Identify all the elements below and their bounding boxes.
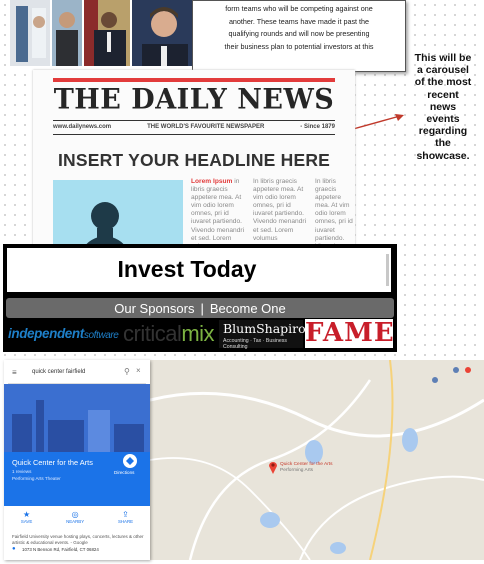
fame-logo[interactable]: FAME (305, 319, 394, 348)
map-pin-label: Quick Center for the Arts Performing Art… (280, 462, 333, 474)
photo-gopro-founder (10, 0, 50, 66)
newspaper-nameplate: THE DAILY NEWS (53, 83, 335, 116)
map-view[interactable]: Quick Center for the Arts Performing Art… (150, 360, 484, 560)
sponsor-logos: independentsoftware criticalmix BlumShap… (5, 319, 395, 351)
note-line: This will be (414, 52, 472, 64)
newspaper-carousel-slide[interactable]: THE DAILY NEWS www.dailynews.com THE WOR… (33, 70, 355, 250)
save-button[interactable]: ★ SAVE (21, 510, 32, 532)
scrollbar[interactable] (386, 254, 389, 286)
carousel-annotation: This will be a carousel of the most rece… (404, 52, 482, 162)
column-lead: Lorem Ipsum (191, 178, 233, 185)
our-sponsors-link[interactable]: Our Sponsors (114, 301, 194, 316)
search-input[interactable]: quick center fairfield (32, 369, 85, 375)
place-photo (4, 384, 150, 452)
pin-sub-text: Performing Arts (280, 468, 314, 473)
newspaper-tagline: THE WORLD'S FAVOURITE NEWSPAPER (147, 124, 265, 130)
note-line: a carousel (417, 64, 469, 77)
newspaper-since: - Since 1879 (300, 124, 335, 130)
place-category: Performing Arts Theater (12, 475, 61, 481)
become-one-link[interactable]: Become One (210, 301, 286, 316)
invest-title-box: Invest Today (7, 248, 391, 292)
newspaper-headline: INSERT YOUR HEADLINE HERE (57, 150, 331, 170)
map-terrain (150, 360, 484, 560)
separator: | (200, 300, 204, 316)
logo-text: software (83, 330, 119, 341)
place-description: Fairfield University venue hosting plays… (12, 534, 144, 545)
location-pin-icon: ● (12, 546, 16, 552)
invest-title: Invest Today (117, 256, 257, 282)
note-line: recent (427, 88, 459, 101)
logo-text: mix (181, 321, 215, 346)
newspaper-red-rule (53, 78, 335, 82)
directions-icon[interactable] (123, 454, 137, 468)
newspaper-subbar: www.dailynews.com THE WORLD'S FAVOURITE … (53, 121, 335, 133)
place-address[interactable]: 1073 N Benson Rd, Fairfield, CT 06824 (22, 547, 99, 552)
nearby-button[interactable]: ◎ NEARBY (66, 510, 84, 532)
share-button[interactable]: ⇪ SHARE (118, 510, 133, 532)
text-line: another. These teams have made it past t… (228, 16, 370, 26)
newspaper-website: www.dailynews.com (53, 124, 112, 130)
save-label: SAVE (20, 519, 33, 524)
share-label: SHARE (117, 519, 134, 524)
logo-text: independent (8, 326, 84, 341)
divider (53, 134, 335, 135)
place-name: Quick Center for the Arts (12, 458, 93, 467)
note-line: events (426, 113, 460, 126)
place-header: Quick Center for the Arts 1 reviews Perf… (4, 452, 150, 506)
sponsor-bar: Our Sponsors | Become One (6, 298, 394, 318)
blumshapiro-logo[interactable]: BlumShapiro Accounting · Tax · Business … (219, 320, 306, 350)
logo-text: critical (123, 321, 182, 346)
logo-text: Accounting · Tax · Business Consulting (223, 338, 287, 350)
photo-businessman (132, 0, 192, 66)
place-meta: 1 reviews Performing Arts Theater (12, 469, 61, 483)
newspaper-column: In libris graecis appetere mea. At vim o… (253, 178, 307, 242)
logo-text: BlumShapiro (223, 321, 306, 336)
criticalmix-logo[interactable]: criticalmix (123, 321, 215, 347)
note-line: regarding (418, 125, 468, 138)
text-line: their business plan to potential investo… (224, 41, 374, 51)
close-icon[interactable]: × (136, 366, 141, 375)
place-reviews: 1 reviews (12, 469, 32, 474)
text-line: form teams who will be competing against… (225, 4, 373, 13)
person-silhouette-icon (82, 202, 128, 250)
newspaper-column: Lorem Ipsum in libris graecis appetere m… (191, 178, 249, 250)
directions-label[interactable]: Directions (114, 470, 134, 475)
text-line: qualifying rounds and will now be presen… (228, 29, 370, 38)
menu-icon[interactable]: ≡ (12, 368, 17, 377)
maps-place-card: ≡ quick center fairfield ⚲ × Quick Cente… (4, 360, 150, 560)
newspaper-photo-placeholder (53, 180, 183, 250)
note-line: of the most (414, 76, 472, 89)
photo-entrepreneur (52, 0, 82, 66)
independent-software-logo[interactable]: independentsoftware (8, 326, 119, 341)
place-actions: ★ SAVE ◎ NEARBY ⇪ SHARE (4, 510, 150, 532)
search-icon[interactable]: ⚲ (124, 367, 130, 376)
note-line: showcase. (416, 149, 470, 162)
map-pin-icon[interactable] (268, 460, 278, 474)
maps-search-bar[interactable]: ≡ quick center fairfield ⚲ × (8, 363, 146, 384)
news-text-box: form teams who will be competing against… (192, 0, 406, 72)
note-line: the (435, 137, 451, 150)
building-illustration (4, 384, 150, 452)
column-text: in libris graecis appetere mea. At vim o… (191, 178, 245, 250)
newspaper-column: In libris graecis appetere mea. At vim o… (315, 178, 353, 250)
nearby-label: NEARBY (66, 519, 85, 524)
photo-president (84, 0, 130, 66)
note-line: news (429, 100, 457, 113)
